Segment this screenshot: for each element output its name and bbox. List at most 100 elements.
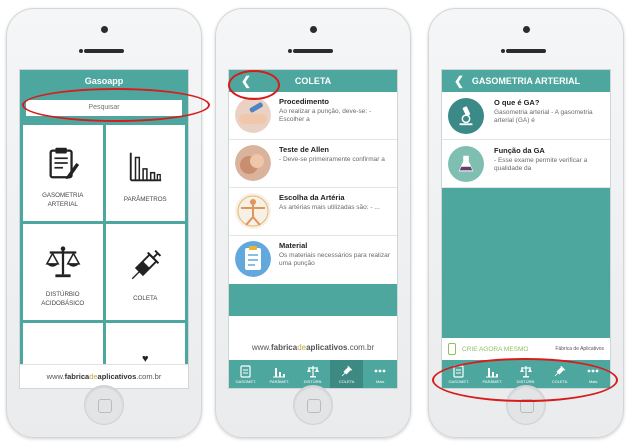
tab-gasomet[interactable]: GASOMET. (442, 360, 476, 388)
list-item-desc: As artérias mais utilizadas são: - ... (279, 204, 380, 211)
app-screen-home: Gasoapp GASOMETRIA ARTERIAL (19, 69, 189, 389)
app-title: Gasoapp (84, 76, 124, 86)
tile-label: PARÂMETROS (123, 196, 167, 204)
balance-scale-icon (306, 366, 319, 378)
tab-disturb[interactable]: DISTÚRB. (509, 360, 543, 388)
tile-gasometria-arterial[interactable]: GASOMETRIA ARTERIAL (23, 124, 103, 221)
bar-chart-icon (273, 368, 286, 378)
app-title-bar: Gasoapp (20, 70, 188, 92)
list-item[interactable]: Material Os materiais necessários para r… (229, 236, 397, 284)
ad-banner[interactable]: CRIE AGORA MESMO Fábrica de Aplicativos (442, 338, 610, 360)
ad-text: CRIE AGORA MESMO (462, 345, 529, 353)
procedure-thumbnail (235, 97, 271, 133)
phone-mockup-gasometria: ❮ GASOMETRIA ARTERIAL O que é GA? Gasome… (428, 8, 624, 438)
list-item-title: Função da GA (494, 146, 545, 155)
bottom-tab-bar: GASOMET. PARÂMET. DISTÚRB. COLETA Mais (229, 360, 397, 388)
bar-chart-icon (486, 368, 499, 378)
syringe-icon (132, 250, 162, 280)
list-item[interactable]: Teste de Allen - Deve-se primeiramente c… (229, 140, 397, 188)
list-item-title: Material (279, 241, 308, 250)
phone-mockup-coleta: ❮ COLETA Procedimento Ao realizar a punç… (215, 8, 411, 438)
tile-label: DISTÚRBIO ACIDOBÁSICO (41, 291, 85, 307)
back-button[interactable]: ❮ (448, 70, 470, 92)
speaker-grille (84, 49, 124, 53)
tab-mais[interactable]: Mais (576, 360, 610, 388)
tile-label: COLETA (133, 295, 158, 303)
flask-thumbnail (448, 146, 484, 182)
tile-parametros[interactable]: PARÂMETROS (105, 124, 185, 221)
back-button[interactable]: ❮ (235, 70, 257, 92)
home-button[interactable] (84, 385, 124, 425)
list-item-title: Procedimento (279, 97, 330, 106)
more-icon (587, 369, 599, 373)
camera-dot (310, 26, 317, 33)
empty-teal-area (229, 284, 397, 316)
phone-mockup-home: Gasoapp GASOMETRIA ARTERIAL (6, 8, 202, 438)
microscope-icon (459, 106, 473, 126)
balance-scale-icon (519, 366, 532, 378)
footer-branding[interactable]: www. fabrica de aplicativos .com.br (229, 334, 397, 360)
speaker-grille (293, 49, 333, 53)
tile-disturbio-acidobasico[interactable]: DISTÚRBIO ACIDOBÁSICO (23, 223, 103, 320)
tab-paramet[interactable]: PARÂMET. (263, 360, 297, 388)
search-bar (20, 92, 188, 122)
sensor-dot (79, 49, 83, 53)
ad-brand: Fábrica de Aplicativos (555, 346, 604, 352)
list-item-desc: - Esse exame permite verificar a qualida… (494, 157, 588, 173)
tile-partial-heart[interactable]: ♥ (105, 322, 185, 367)
search-input[interactable] (26, 99, 182, 116)
chevron-left-icon: ❮ (240, 74, 252, 88)
app-title-bar: ❮ GASOMETRIA ARTERIAL (442, 70, 610, 92)
sensor-dot (288, 49, 292, 53)
list-item[interactable]: O que é GA? Gasometria arterial - A gaso… (442, 92, 610, 140)
app-screen-gasometria: ❮ GASOMETRIA ARTERIAL O que é GA? Gasome… (441, 69, 611, 389)
page-title: COLETA (294, 76, 332, 86)
chevron-left-icon: ❮ (453, 74, 465, 88)
camera-dot (523, 26, 530, 33)
app-screen-coleta: ❮ COLETA Procedimento Ao realizar a punç… (228, 69, 398, 389)
heart-icon: ♥ (141, 352, 149, 365)
menu-grid: GASOMETRIA ARTERIAL PARÂMETROS DISTÚRBIO… (20, 121, 188, 367)
phone-outline-icon (448, 343, 456, 355)
tab-paramet[interactable]: PARÂMET. (476, 360, 510, 388)
tab-mais[interactable]: Mais (363, 360, 397, 388)
home-button[interactable] (506, 385, 546, 425)
flask-icon (458, 155, 474, 172)
balance-scale-icon (45, 246, 81, 278)
microscope-thumbnail (448, 98, 484, 134)
home-button[interactable] (293, 385, 333, 425)
clipboard-icon (453, 365, 464, 378)
list-item[interactable]: Procedimento Ao realizar a punção, deve-… (229, 92, 397, 140)
bottom-tab-bar: GASOMET. PARÂMET. DISTÚRB. COLETA Mais (442, 360, 610, 388)
more-icon (374, 369, 386, 373)
clipboard-pen-icon (49, 147, 79, 180)
page-title: GASOMETRIA ARTERIAL (471, 76, 581, 86)
allen-test-thumbnail (235, 145, 271, 181)
tab-coleta[interactable]: COLETA (543, 360, 577, 388)
vitruvian-thumbnail (235, 193, 271, 229)
list-item-desc: Os materiais necessários para realizar u… (279, 252, 390, 268)
list-item[interactable]: Função da GA - Esse exame permite verifi… (442, 140, 610, 188)
syringe-icon (341, 365, 352, 377)
app-title-bar: ❮ COLETA (229, 70, 397, 92)
speaker-grille (506, 49, 546, 53)
list-item-title: Teste de Allen (279, 145, 330, 154)
list-item-desc: Gasometria arterial - A gasometria arter… (494, 109, 593, 125)
tile-partial[interactable] (23, 322, 103, 367)
list-item[interactable]: Escolha da Artéria As artérias mais util… (229, 188, 397, 236)
syringe-icon (554, 365, 565, 377)
checklist-thumbnail (235, 241, 271, 277)
list-item-title: Escolha da Artéria (279, 193, 345, 202)
tab-gasomet[interactable]: GASOMET. (229, 360, 263, 388)
clipboard-icon (240, 365, 251, 378)
list-item-title: O que é GA? (494, 98, 540, 107)
tab-disturb[interactable]: DISTÚRB. (296, 360, 330, 388)
sensor-dot (501, 49, 505, 53)
tab-coleta[interactable]: COLETA (329, 360, 364, 388)
tile-label: GASOMETRIA ARTERIAL (42, 192, 84, 208)
tile-coleta[interactable]: COLETA (105, 223, 185, 320)
camera-dot (101, 26, 108, 33)
list-item-desc: Ao realizar a punção, deve-se: - Escolhe… (279, 108, 372, 124)
list-item-desc: - Deve-se primeiramente confirmar a (279, 156, 385, 163)
bar-chart-icon (130, 153, 162, 182)
